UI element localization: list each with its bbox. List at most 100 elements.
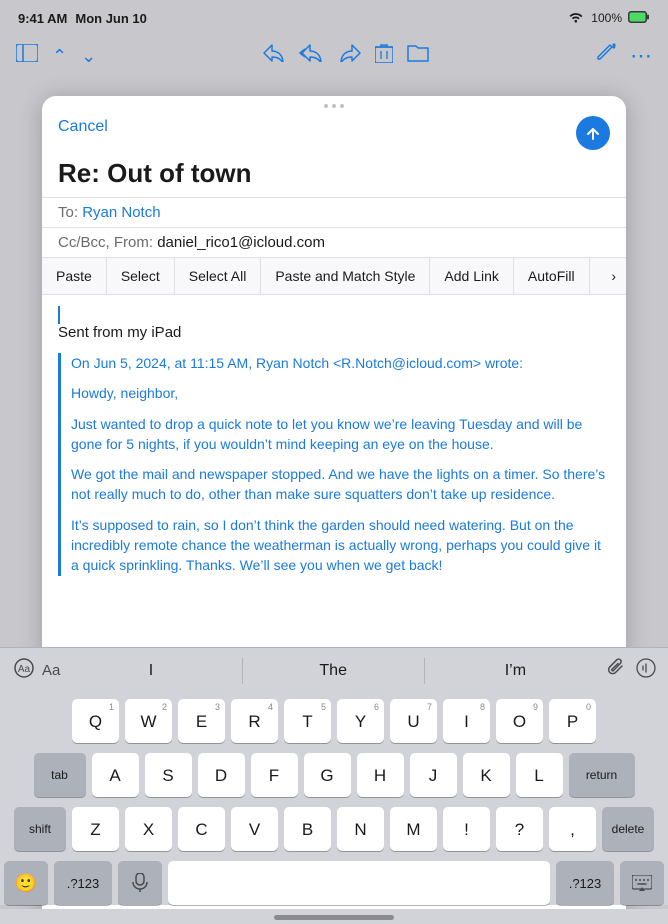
key-emoji[interactable]: 🙂	[4, 861, 48, 905]
paste-button[interactable]: Paste	[42, 258, 107, 294]
predictive-word-2[interactable]: The	[243, 658, 425, 684]
key-a[interactable]: A	[92, 753, 139, 797]
cc-bcc-field: Cc/Bcc, From: daniel_rico1@icloud.com	[42, 227, 626, 257]
dictation-icon[interactable]	[636, 658, 656, 683]
keyboard: 1Q 2W 3E 4R 5T 6Y 7U 8I 9O 0P tab A S D …	[0, 693, 668, 905]
quoted-block: On Jun 5, 2024, at 11:15 AM, Ryan Notch …	[58, 353, 610, 576]
key-e[interactable]: 3E	[178, 699, 225, 743]
cursor-area	[58, 305, 610, 324]
key-delete[interactable]: delete	[602, 807, 654, 851]
predictive-words: I The I’m	[60, 658, 606, 684]
key-q[interactable]: 1Q	[72, 699, 119, 743]
key-t[interactable]: 5T	[284, 699, 331, 743]
modal-handle	[42, 96, 626, 112]
key-s[interactable]: S	[145, 753, 192, 797]
compose-icon[interactable]	[596, 43, 616, 69]
to-value[interactable]: Ryan Notch	[82, 204, 160, 221]
reply-all-icon[interactable]	[299, 44, 325, 68]
key-z[interactable]: Z	[72, 807, 119, 851]
context-more-icon[interactable]: ›	[601, 260, 626, 292]
key-return[interactable]: return	[569, 753, 635, 797]
to-label: To:	[58, 204, 78, 221]
key-mic[interactable]	[118, 861, 162, 905]
key-u[interactable]: 7U	[390, 699, 437, 743]
key-n[interactable]: N	[337, 807, 384, 851]
key-num-toggle-left[interactable]: .?123	[54, 861, 112, 905]
key-o[interactable]: 9O	[496, 699, 543, 743]
more-icon[interactable]: ⋯	[630, 43, 652, 69]
key-w[interactable]: 2W	[125, 699, 172, 743]
key-d[interactable]: D	[198, 753, 245, 797]
quoted-paragraph-1: Howdy, neighbor,	[71, 383, 610, 403]
status-date: Mon Jun 10	[75, 11, 147, 26]
sidebar-icon[interactable]	[16, 44, 38, 68]
chevron-down-icon[interactable]: ⌄	[81, 46, 96, 67]
forward-icon[interactable]	[339, 44, 361, 68]
key-exclaim[interactable]: !	[443, 807, 490, 851]
autofill-button[interactable]: AutoFill	[514, 258, 590, 294]
quoted-paragraph-3: We got the mail and newspaper stopped. A…	[71, 464, 610, 505]
send-button[interactable]	[576, 116, 610, 150]
predictive-bar: Aa Aa I The I’m	[0, 647, 668, 693]
cc-bcc-label: Cc/Bcc, From:	[58, 234, 153, 251]
modal-header: Cancel	[42, 112, 626, 158]
key-y[interactable]: 6Y	[337, 699, 384, 743]
key-i[interactable]: 8I	[443, 699, 490, 743]
key-j[interactable]: J	[410, 753, 457, 797]
key-shift[interactable]: shift	[14, 807, 66, 851]
key-tab[interactable]: tab	[34, 753, 86, 797]
quoted-paragraph-2: Just wanted to drop a quick note to let …	[71, 414, 610, 455]
text-cursor	[58, 306, 60, 324]
key-r[interactable]: 4R	[231, 699, 278, 743]
key-question[interactable]: ?	[496, 807, 543, 851]
top-toolbar: ⌃ ⌄ ⋯	[0, 32, 668, 80]
key-h[interactable]: H	[357, 753, 404, 797]
keyboard-row-3: shift Z X C V B N M ! ? , delete	[4, 807, 664, 851]
quoted-header: On Jun 5, 2024, at 11:15 AM, Ryan Notch …	[71, 353, 610, 373]
key-l[interactable]: L	[516, 753, 563, 797]
key-m[interactable]: M	[390, 807, 437, 851]
key-b[interactable]: B	[284, 807, 331, 851]
battery-status: 100%	[591, 11, 622, 25]
folder-icon[interactable]	[407, 44, 429, 68]
add-link-button[interactable]: Add Link	[430, 258, 513, 294]
context-toolbar: Paste Select Select All Paste and Match …	[42, 257, 626, 295]
font-size-icon[interactable]: Aa	[12, 658, 36, 683]
status-bar: 9:41 AM Mon Jun 10 100%	[0, 0, 668, 32]
wifi-icon	[569, 11, 585, 26]
attachment-icon[interactable]	[606, 658, 626, 683]
predictive-word-3[interactable]: I’m	[425, 658, 606, 684]
email-subject: Re: Out of town	[42, 158, 626, 197]
chevron-up-icon[interactable]: ⌃	[52, 46, 67, 67]
trash-icon[interactable]	[375, 43, 393, 69]
key-space[interactable]	[168, 861, 550, 905]
key-keyboard[interactable]	[620, 861, 664, 905]
key-v[interactable]: V	[231, 807, 278, 851]
battery-icon	[628, 11, 650, 26]
cancel-button[interactable]: Cancel	[58, 116, 108, 138]
svg-text:Aa: Aa	[18, 664, 31, 675]
select-button[interactable]: Select	[107, 258, 175, 294]
paste-match-style-button[interactable]: Paste and Match Style	[261, 258, 430, 294]
key-k[interactable]: K	[463, 753, 510, 797]
key-c[interactable]: C	[178, 807, 225, 851]
predictive-word-1[interactable]: I	[60, 658, 242, 684]
keyboard-row-2: tab A S D F G H J K L return	[4, 753, 664, 797]
sent-from-text: Sent from my iPad	[58, 324, 610, 341]
key-f[interactable]: F	[251, 753, 298, 797]
quoted-paragraph-4: It’s supposed to rain, so I don’t think …	[71, 515, 610, 576]
home-indicator	[0, 909, 668, 924]
keyboard-row-1: 1Q 2W 3E 4R 5T 6Y 7U 8I 9O 0P	[4, 699, 664, 743]
select-all-button[interactable]: Select All	[175, 258, 262, 294]
keyboard-area: Aa Aa I The I’m 1Q 2W 3E 4R 5T 6Y 7U	[0, 647, 668, 924]
keyboard-font-label[interactable]: Aa	[42, 662, 60, 679]
key-x[interactable]: X	[125, 807, 172, 851]
key-comma[interactable]: ,	[549, 807, 596, 851]
reply-icon[interactable]	[263, 44, 285, 68]
key-g[interactable]: G	[304, 753, 351, 797]
keyboard-bottom-row: 🙂 .?123 .?123	[4, 861, 664, 905]
home-bar	[274, 915, 394, 920]
key-p[interactable]: 0P	[549, 699, 596, 743]
from-value: daniel_rico1@icloud.com	[157, 234, 325, 251]
key-num-toggle-right[interactable]: .?123	[556, 861, 614, 905]
